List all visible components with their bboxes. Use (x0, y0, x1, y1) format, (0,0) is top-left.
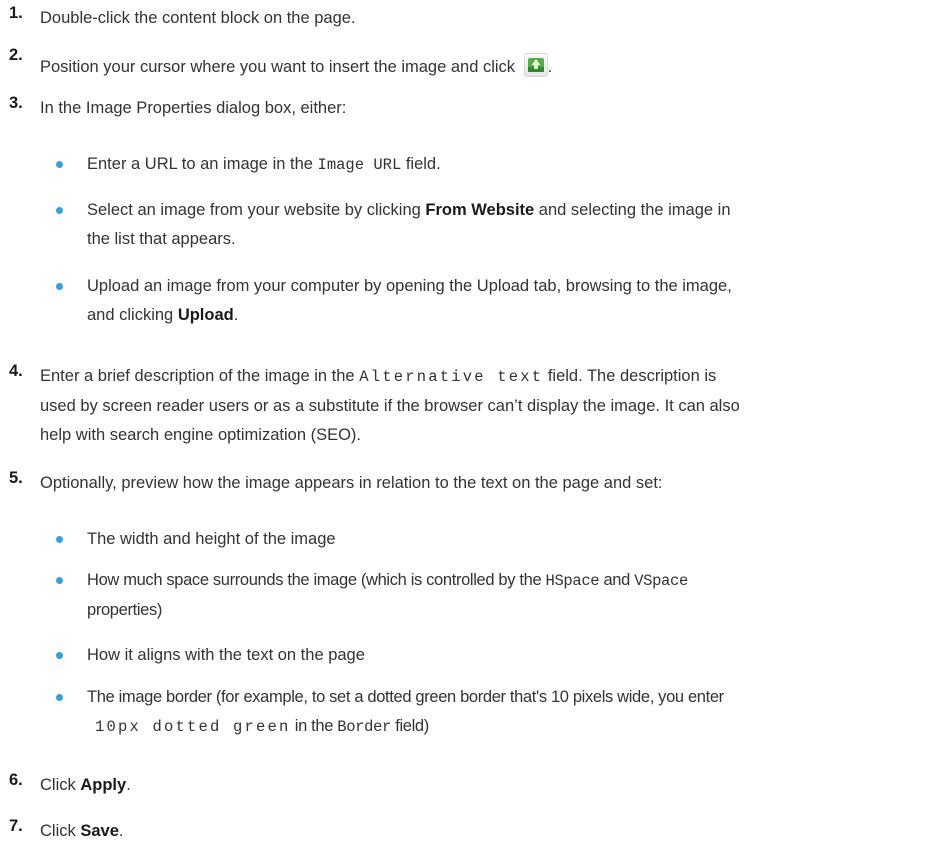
instructions-document: 1. Double-click the content block on the… (0, 0, 952, 860)
ui-label: Apply (80, 776, 127, 794)
step-number: 6. (9, 771, 23, 789)
bullet-icon (56, 207, 63, 214)
field-name: VSpace (634, 572, 688, 590)
ui-label: Save (80, 822, 119, 840)
step-text: Optionally, preview how the image appear… (40, 474, 663, 492)
bullet-icon (56, 536, 63, 543)
ui-label: From Website (425, 201, 535, 219)
step-number: 5. (9, 469, 23, 487)
bullet-icon (56, 577, 63, 584)
bullet-icon (56, 694, 63, 701)
step-number: 7. (9, 817, 23, 835)
step-number: 1. (9, 4, 23, 22)
step-text: In the Image Properties dialog box, eith… (40, 99, 347, 117)
step-number: 3. (9, 94, 23, 112)
field-name: Image URL (317, 156, 402, 174)
field-name: Alternative text (359, 368, 544, 386)
bullet-icon (56, 283, 63, 290)
step-number: 2. (9, 46, 23, 64)
bullet-icon (56, 161, 63, 168)
field-name: HSpace (545, 572, 600, 590)
step-text: Double-click the content block on the pa… (40, 9, 356, 27)
insert-image-icon[interactable] (523, 53, 548, 77)
field-name: 10px dotted green (95, 718, 291, 736)
ui-label: Upload (177, 306, 234, 324)
step-text: Position your cursor where you want to i… (40, 58, 516, 76)
step-number: 4. (9, 362, 23, 380)
bullet-icon (56, 652, 63, 659)
field-name: Border (337, 718, 391, 736)
